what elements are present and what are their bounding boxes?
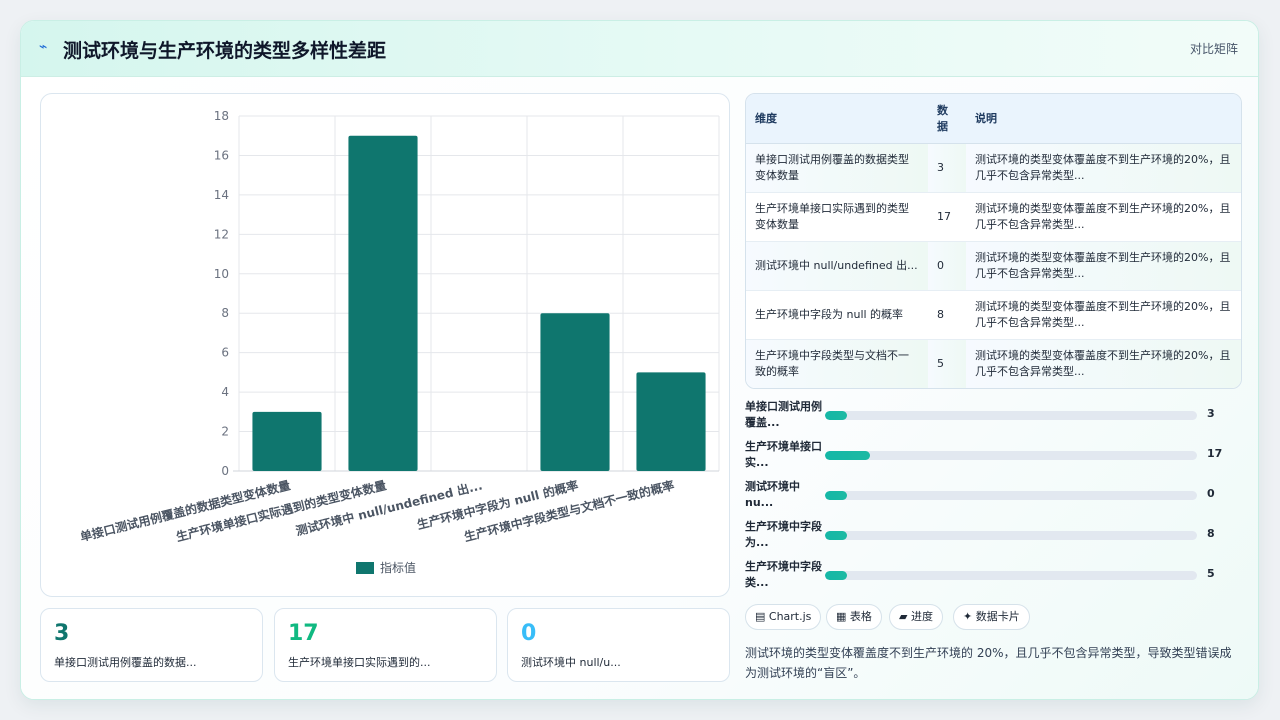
progress-track [825, 451, 1197, 460]
progress-fill [825, 451, 870, 460]
cell-description: 测试环境的类型变体覆盖度不到生产环境的20%，且几乎不包含异常类型... [966, 143, 1241, 193]
chart-bar [252, 411, 322, 471]
table-row: 生产环境单接口实际遇到的类型变体数量 17 测试环境的类型变体覆盖度不到生产环境… [746, 192, 1241, 242]
chart-bar [636, 372, 706, 471]
cell-value: 3 [928, 143, 966, 193]
cell-description: 测试环境的类型变体覆盖度不到生产环境的20%，且几乎不包含异常类型... [966, 241, 1241, 291]
stat-card-3: 0 测试环境中 null/u... [507, 608, 730, 682]
stat-label: 单接口测试用例覆盖的数据... [54, 656, 197, 669]
bar-chart: 024681012141618单接口测试用例覆盖的数据类型变体数量生产环境单接口… [78, 109, 720, 575]
cell-dimension: 测试环境中 null/undefined 出... [746, 241, 928, 291]
table-row: 单接口测试用例覆盖的数据类型变体数量 3 测试环境的类型变体覆盖度不到生产环境的… [746, 143, 1241, 193]
progress-track [825, 411, 1197, 420]
cell-dimension: 生产环境中字段类型与文档不一致的概率 [746, 339, 928, 388]
progress-row: 生产环境单接口实... 17 [745, 439, 1242, 475]
sparkline-icon: ⌁ [39, 39, 48, 55]
y-tick-label: 14 [214, 188, 229, 202]
stat-card-1: 3 单接口测试用例覆盖的数据... [40, 608, 263, 682]
y-tick-label: 4 [221, 385, 229, 399]
progress-row: 生产环境中字段为... 8 [745, 519, 1242, 555]
progress-value: 3 [1207, 407, 1215, 420]
cell-dimension: 生产环境单接口实际遇到的类型变体数量 [746, 192, 928, 242]
data-table: 维度 数据 说明 单接口测试用例覆盖的数据类型变体数量 3 测试环境的类型变体覆… [746, 94, 1241, 388]
header: ⌁ 测试环境与生产环境的类型多样性差距 对比矩阵 [21, 21, 1258, 77]
dashboard-card: ⌁ 测试环境与生产环境的类型多样性差距 对比矩阵 0 2 4 6 8 10 12 14 16 18… [20, 20, 1259, 700]
chart-bar [540, 313, 610, 471]
cell-value: 5 [928, 339, 966, 388]
chart-panel: 0 2 4 6 8 10 12 14 16 18 单接口测试用例覆盖的数据类型变体数量 生产环境单接口… [40, 93, 730, 597]
chip-chartjs[interactable]: ▤ Chart.js [745, 604, 822, 630]
progress-label: 生产环境中字段类... [745, 560, 822, 589]
progress-label: 单接口测试用例覆盖... [745, 400, 822, 429]
stat-card-2: 17 生产环境单接口实际遇到的... [274, 608, 497, 682]
chart-bar [348, 135, 418, 471]
stat-label: 测试环境中 null/u... [521, 656, 621, 669]
cell-description: 测试环境的类型变体覆盖度不到生产环境的20%，且几乎不包含异常类型... [966, 290, 1241, 340]
header-badge: 对比矩阵 [1189, 42, 1238, 56]
page-title: 测试环境与生产环境的类型多样性差距 [63, 40, 387, 62]
cell-description: 测试环境的类型变体覆盖度不到生产环境的20%，且几乎不包含异常类型... [966, 192, 1241, 242]
y-tick-label: 10 [214, 267, 229, 281]
y-tick-label: 8 [221, 306, 229, 320]
chip-progress[interactable]: ▰ 进度 [889, 604, 943, 630]
stat-value: 0 [521, 621, 537, 646]
progress-row: 测试环境中 nu... 0 [745, 479, 1242, 515]
legend-label: 指标值 [380, 560, 416, 575]
stat-value: 17 [288, 621, 319, 646]
legend-swatch [356, 562, 374, 574]
comparison-table: 维度 数据 说明 单接口测试用例覆盖的数据类型变体数量 3 测试环境的类型变体覆… [745, 93, 1242, 389]
summary-text: 测试环境的类型变体覆盖度不到生产环境的 20%，且几乎不包含异常类型，导致类型错… [745, 646, 1232, 680]
progress-track [825, 571, 1197, 580]
table-row: 生产环境中字段类型与文档不一致的概率 5 测试环境的类型变体覆盖度不到生产环境的… [746, 339, 1241, 388]
progress-fill [825, 411, 848, 420]
progress-fill [825, 531, 848, 540]
y-tick-label: 18 [214, 109, 229, 123]
progress-value: 17 [1207, 447, 1223, 460]
cell-description: 测试环境的类型变体覆盖度不到生产环境的20%，且几乎不包含异常类型... [966, 339, 1241, 388]
progress-value: 5 [1207, 567, 1215, 580]
progress-track [825, 531, 1197, 540]
progress-label: 生产环境中字段为... [745, 520, 822, 549]
cell-dimension: 生产环境中字段为 null 的概率 [746, 290, 928, 340]
y-tick-label: 16 [214, 148, 229, 162]
cell-dimension: 单接口测试用例覆盖的数据类型变体数量 [746, 143, 928, 193]
column-header-value: 数据 [928, 94, 966, 144]
progress-fill [825, 491, 848, 500]
y-tick-label: 0 [221, 464, 229, 478]
stat-label: 生产环境单接口实际遇到的... [288, 656, 431, 669]
column-header-description: 说明 [966, 94, 1241, 144]
cell-value: 8 [928, 290, 966, 340]
progress-track [825, 491, 1197, 500]
y-tick-label: 6 [221, 346, 229, 360]
table-row: 测试环境中 null/undefined 出... 0 测试环境的类型变体覆盖度… [746, 241, 1241, 291]
stat-value: 3 [54, 621, 70, 646]
column-header-dimension: 维度 [746, 94, 928, 144]
y-tick-label: 2 [221, 425, 229, 439]
table-header-row: 维度 数据 说明 [746, 94, 1241, 144]
y-tick-label: 12 [214, 227, 229, 241]
cell-value: 17 [928, 192, 966, 242]
progress-value: 0 [1207, 487, 1215, 500]
progress-row: 生产环境中字段类... 5 [745, 559, 1242, 595]
progress-label: 测试环境中 nu... [745, 480, 800, 509]
cell-value: 0 [928, 241, 966, 291]
progress-label: 生产环境单接口实... [745, 440, 822, 469]
progress-fill [825, 571, 848, 580]
chip-table[interactable]: ▦ 表格 [826, 604, 882, 630]
progress-value: 8 [1207, 527, 1215, 540]
chip-data-card[interactable]: ✦ 数据卡片 [953, 604, 1030, 630]
table-row: 生产环境中字段为 null 的概率 8 测试环境的类型变体覆盖度不到生产环境的2… [746, 290, 1241, 340]
progress-row: 单接口测试用例覆盖... 3 [745, 399, 1242, 435]
